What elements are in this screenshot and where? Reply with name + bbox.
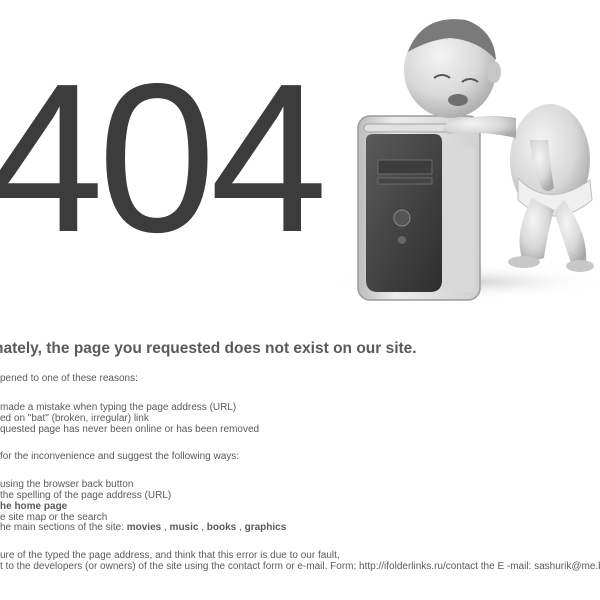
separator: , — [161, 522, 170, 533]
separator: , — [236, 522, 245, 533]
section-link-graphics[interactable]: graphics — [245, 522, 287, 533]
section-link-movies[interactable]: movies — [127, 522, 161, 533]
section-link-music[interactable]: music — [170, 522, 199, 533]
main-sections-label: he main sections of the site: — [0, 522, 127, 533]
separator: , — [198, 522, 207, 533]
error-code: 404 — [0, 39, 328, 276]
apology-text: for the inconvenience and suggest the fo… — [0, 451, 240, 462]
reasons-intro: pened to one of these reasons: — [0, 373, 138, 384]
section-link-books[interactable]: books — [207, 522, 236, 533]
reason-item: quested page has never been online or ha… — [0, 424, 260, 435]
footer-contact-line: t to the developers (or owners) of the s… — [0, 561, 600, 572]
main-sections-line: he main sections of the site: movies , m… — [0, 522, 286, 534]
crying-baby-computer-icon — [328, 19, 600, 301]
error-headline: nately, the page you requested does not … — [0, 340, 417, 357]
